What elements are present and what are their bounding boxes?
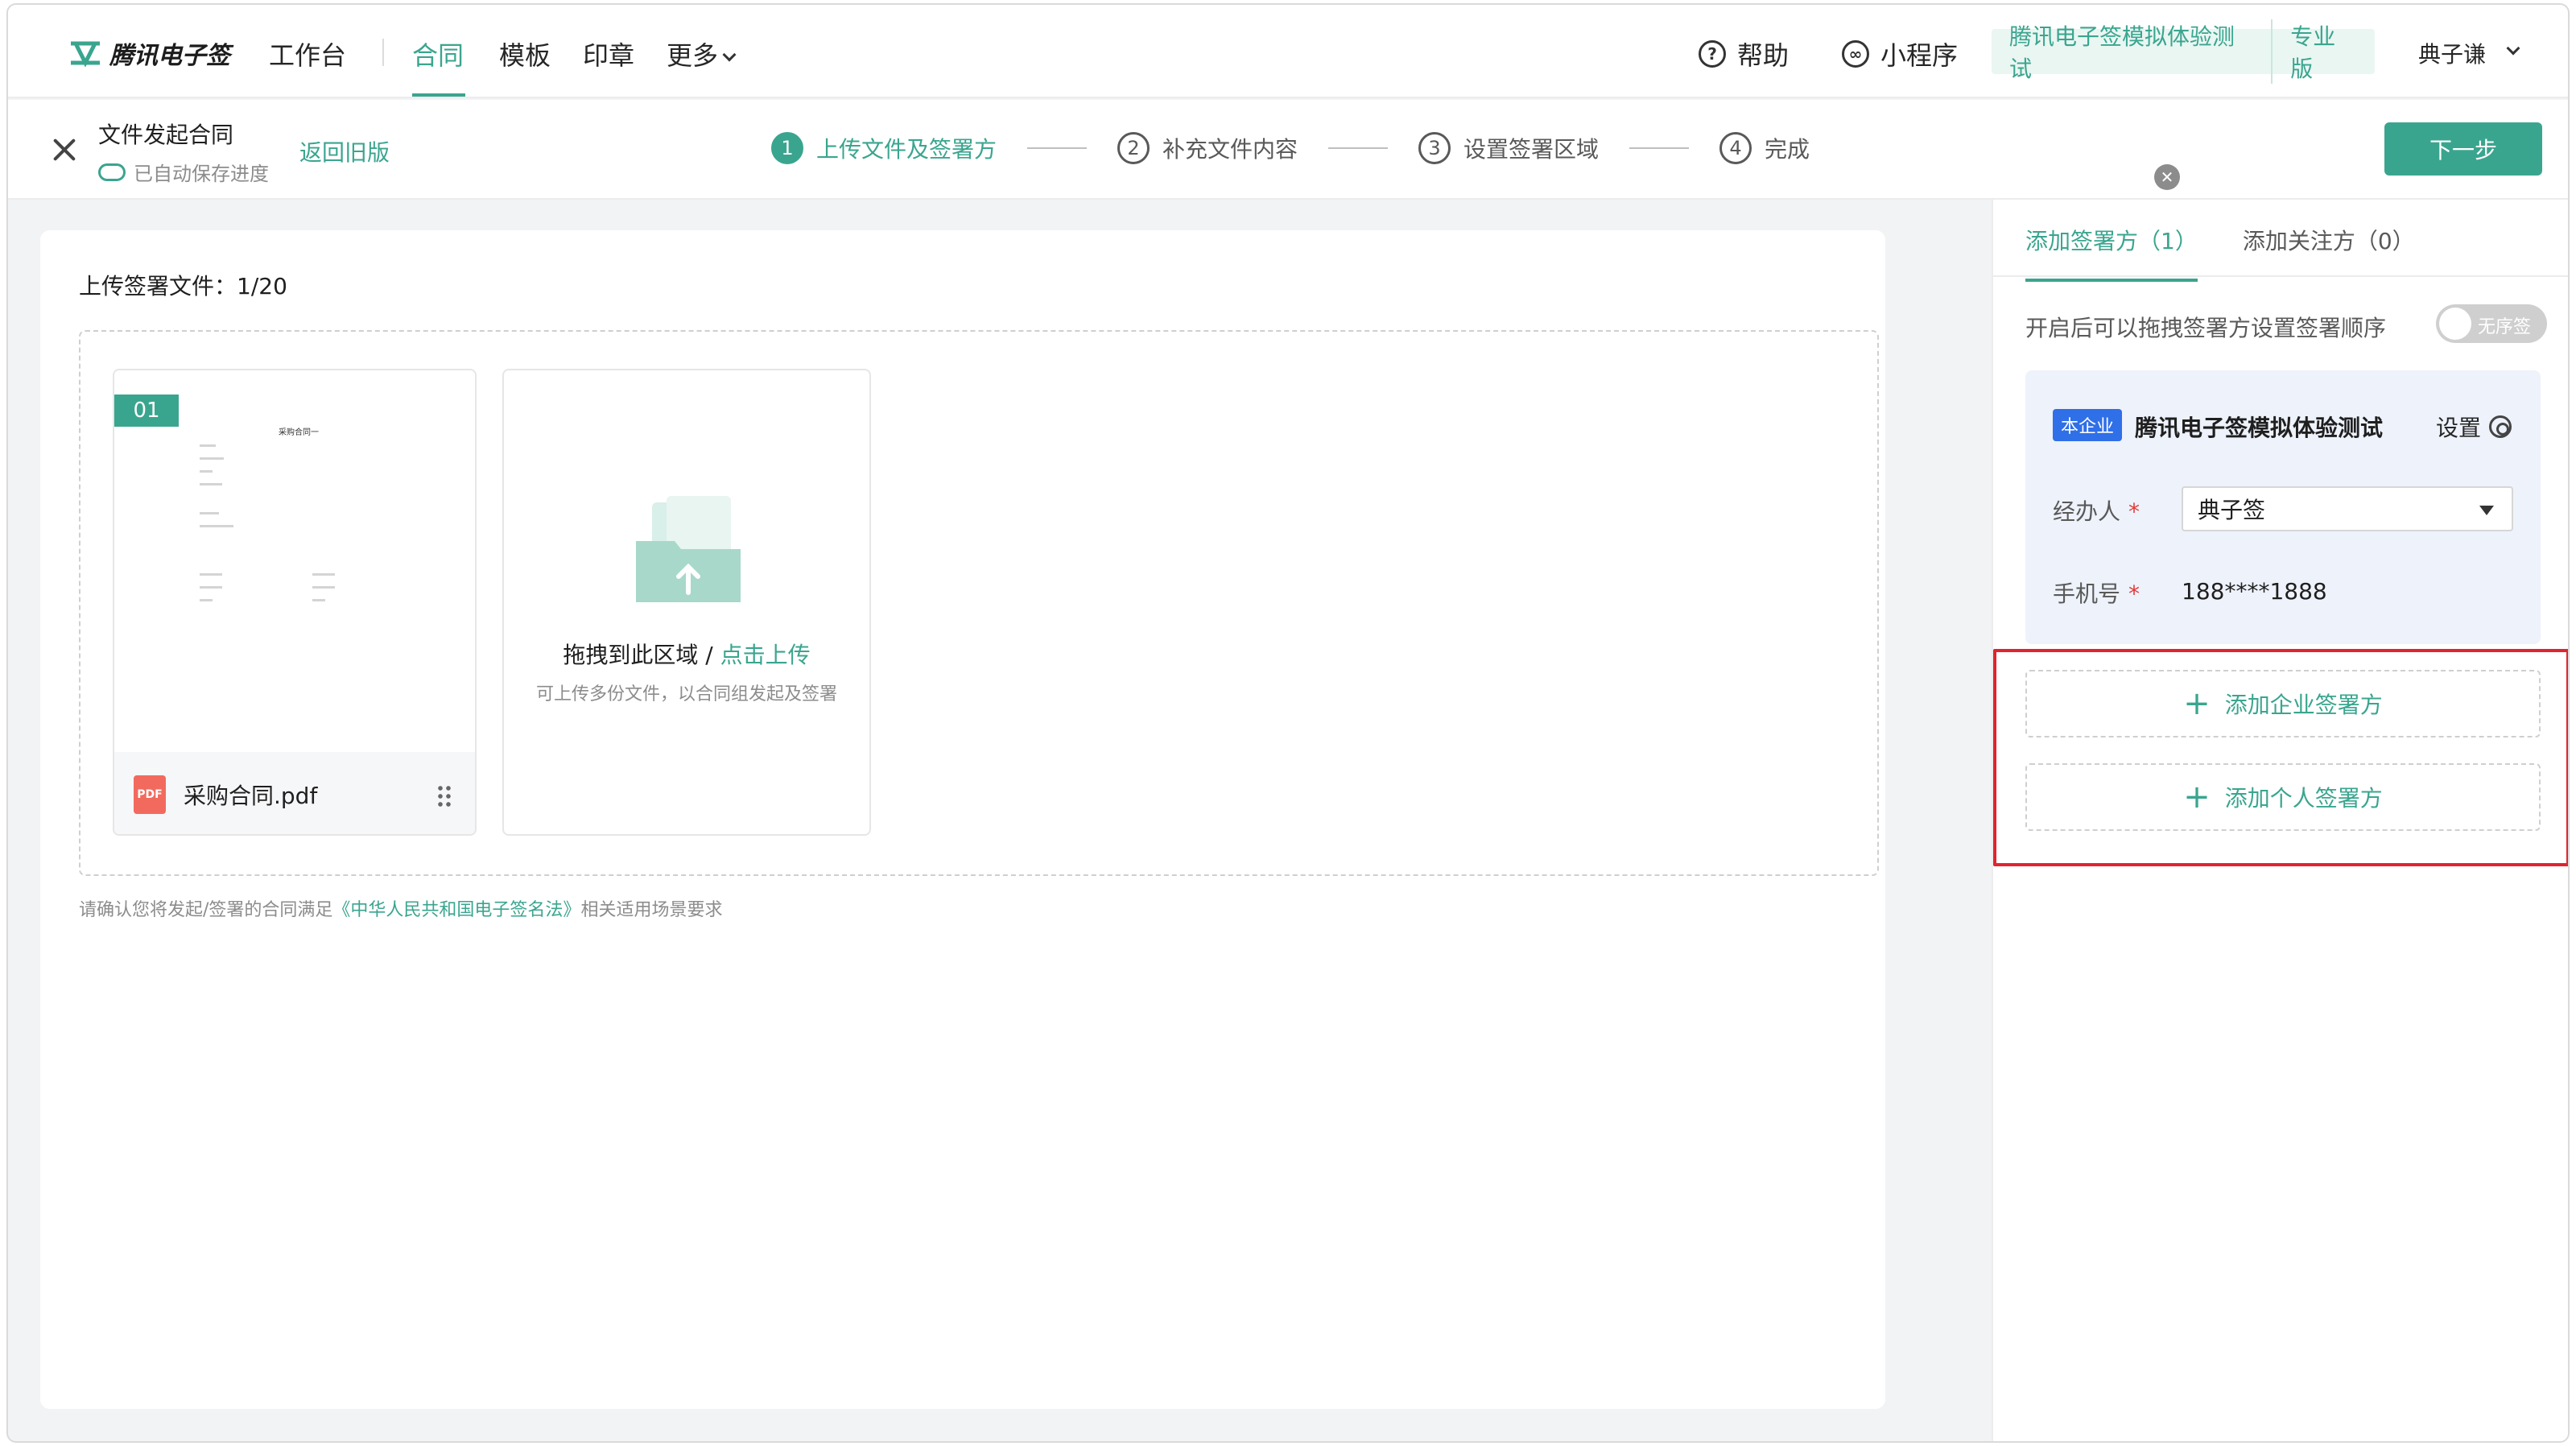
file-thumbnail-title: 采购合同一 — [279, 428, 319, 437]
org-badge[interactable]: 腾讯电子签模拟体验测试 专业版 — [1992, 19, 2375, 84]
step-number: 1 — [771, 132, 803, 164]
tabs-divider — [1993, 275, 2568, 277]
caret-down-icon — [2479, 506, 2494, 515]
next-step-button[interactable]: 下一步 — [2384, 122, 2542, 176]
panel-tabs: 添加签署方（1） 添加关注方（0） — [2025, 224, 2415, 282]
remove-signer-icon[interactable]: ✕ — [2154, 164, 2180, 190]
org-name: 腾讯电子签模拟体验测试 — [1992, 19, 2273, 84]
nav-active-underline — [412, 93, 465, 97]
help-link[interactable]: ? 帮助 — [1699, 35, 1789, 72]
legal-suffix: 相关适用场景要求 — [580, 900, 723, 920]
pdf-file-icon: PDF — [134, 775, 166, 814]
upload-main-text: 拖拽到此区域 / — [563, 642, 720, 668]
handler-label: 经办人 * — [2053, 494, 2140, 527]
chevron-down-icon — [722, 48, 737, 62]
step-label: 上传文件及签署方 — [816, 136, 997, 163]
nav-divider — [382, 39, 384, 66]
step-2: 2 补充文件内容 — [1117, 132, 1298, 164]
step-header: 文件发起合同 已自动保存进度 返回旧版 1 上传文件及签署方 2 补充文件内容 … — [8, 100, 2568, 200]
upload-instruction: 拖拽到此区域 / 点击上传 — [504, 638, 869, 670]
app-window: 腾讯电子签 工作台 合同 模板 印章 更多 ? 帮助 ∞ 小程序 腾讯电子签模拟… — [6, 3, 2570, 1443]
cloud-check-icon — [98, 163, 126, 181]
link-icon: ∞ — [1842, 40, 1869, 68]
phone-label: 手机号 * — [2053, 576, 2140, 609]
nav-contract[interactable]: 合同 — [412, 35, 464, 72]
highlight-box — [1993, 649, 2568, 866]
help-label: 帮助 — [1737, 40, 1790, 71]
step-connector — [1328, 147, 1389, 149]
nav-seal[interactable]: 印章 — [583, 35, 634, 72]
phone-label-text: 手机号 — [2053, 580, 2121, 607]
drag-handle-icon[interactable] — [436, 784, 452, 807]
back-old-version-link[interactable]: 返回旧版 — [299, 135, 390, 167]
step-connector — [1027, 147, 1088, 149]
mini-program-label: 小程序 — [1880, 40, 1959, 71]
settings-label: 设置 — [2436, 415, 2482, 441]
signer-settings-button[interactable]: 设置 — [2436, 411, 2512, 443]
step-number: 2 — [1117, 132, 1150, 164]
brand-logo[interactable]: 腾讯电子签 — [69, 35, 230, 71]
handler-value: 典子签 — [2198, 497, 2266, 523]
signing-order-toggle[interactable]: 无序签 — [2436, 304, 2547, 343]
upload-card: 上传签署文件：1/20 01 采购合同一 PDF 采购合同.pdf 拖拽到此区域… — [40, 230, 1885, 1409]
legal-notice: 请确认您将发起/签署的合同满足《中华人民共和国电子签名法》相关适用场景要求 — [79, 895, 722, 921]
file-name: 采购合同.pdf — [184, 783, 318, 809]
toggle-knob — [2439, 308, 2471, 340]
upload-title: 上传签署文件：1/20 — [79, 273, 287, 300]
upload-area[interactable]: 拖拽到此区域 / 点击上传 可上传多份文件，以合同组发起及签署 — [502, 369, 871, 836]
tab-add-signers[interactable]: 添加签署方（1） — [2025, 224, 2198, 282]
step-1: 1 上传文件及签署方 — [771, 132, 997, 164]
chevron-down-icon — [2506, 41, 2520, 56]
folder-upload-icon — [636, 496, 741, 602]
user-name: 典子谦 — [2418, 41, 2487, 68]
nav-more-label: 更多 — [667, 40, 719, 71]
stepper: 1 上传文件及签署方 2 补充文件内容 3 设置签署区域 4 完成 — [771, 132, 1810, 164]
required-mark: * — [2128, 580, 2140, 607]
autosave-status: 已自动保存进度 — [98, 158, 269, 186]
toggle-label: 无序签 — [2478, 317, 2532, 337]
click-upload-link[interactable]: 点击上传 — [720, 642, 811, 668]
org-edition: 专业版 — [2290, 23, 2336, 82]
gear-icon — [2489, 415, 2512, 438]
own-enterprise-badge: 本企业 — [2053, 409, 2123, 441]
signer-enterprise-name: 腾讯电子签模拟体验测试 — [2135, 415, 2384, 441]
file-index-badge: 01 — [114, 395, 179, 427]
nav-workbench[interactable]: 工作台 — [269, 35, 346, 72]
signer-card: 本企业 腾讯电子签模拟体验测试 设置 经办人 * 典子签 手机号 * 188****… — [2025, 370, 2541, 644]
step-label: 补充文件内容 — [1162, 136, 1298, 163]
file-dropzone: 01 采购合同一 PDF 采购合同.pdf 拖拽到此区域 / 点击上传 可上传多… — [79, 330, 1879, 876]
legal-prefix: 请确认您将发起/签署的合同满足 — [79, 900, 333, 920]
brand-name: 腾讯电子签 — [109, 42, 230, 70]
top-nav: 腾讯电子签 工作台 合同 模板 印章 更多 ? 帮助 ∞ 小程序 腾讯电子签模拟… — [8, 5, 2568, 98]
step-label: 完成 — [1765, 136, 1810, 163]
page-title: 文件发起合同 — [98, 122, 234, 148]
tab-add-watchers[interactable]: 添加关注方（0） — [2243, 224, 2415, 282]
nav-template[interactable]: 模板 — [499, 35, 551, 72]
upload-hint: 可上传多份文件，以合同组发起及签署 — [535, 684, 837, 704]
close-icon[interactable] — [50, 135, 79, 164]
signing-order-hint: 开启后可以拖拽签署方设置签署顺序 — [2025, 315, 2387, 341]
file-card[interactable]: 01 采购合同一 PDF 采购合同.pdf — [113, 369, 477, 836]
step-label: 设置签署区域 — [1463, 136, 1600, 163]
nav-more[interactable]: 更多 — [667, 35, 737, 72]
mini-program-link[interactable]: ∞ 小程序 — [1842, 35, 1958, 72]
brand-logo-icon — [71, 41, 100, 68]
phone-value: 188****1888 — [2182, 578, 2327, 605]
step-connector — [1629, 147, 1690, 149]
handler-label-text: 经办人 — [2053, 498, 2121, 525]
file-footer: PDF 采购合同.pdf — [114, 752, 475, 834]
law-link[interactable]: 《中华人民共和国电子签名法》 — [332, 900, 580, 920]
help-icon: ? — [1699, 40, 1726, 68]
required-mark: * — [2128, 498, 2140, 525]
step-3: 3 设置签署区域 — [1418, 132, 1599, 164]
step-number: 3 — [1418, 132, 1451, 164]
step-4: 4 完成 — [1719, 132, 1810, 164]
step-number: 4 — [1719, 132, 1752, 164]
handler-select[interactable]: 典子签 — [2182, 486, 2513, 531]
autosave-label: 已自动保存进度 — [134, 163, 269, 185]
user-menu[interactable]: 典子谦 — [2418, 37, 2520, 69]
